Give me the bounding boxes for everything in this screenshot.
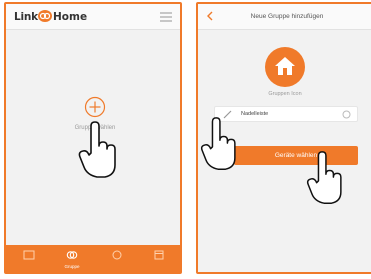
tab-schedule[interactable] xyxy=(146,248,172,270)
bottom-tab-bar: Gruppe xyxy=(6,245,180,272)
brand-text-start: Link xyxy=(14,11,38,23)
tab-label: Gruppe xyxy=(64,264,80,269)
house-icon xyxy=(275,57,295,75)
brand-logo-icon xyxy=(38,10,52,22)
scenes-icon xyxy=(112,250,122,260)
tab-devices[interactable] xyxy=(16,248,42,270)
tab-scenes[interactable] xyxy=(104,248,130,270)
group-name-value: Nadelleiste xyxy=(241,111,269,117)
app-header: Neue Gruppe hinzufügen xyxy=(198,4,371,30)
tab-groups[interactable]: Gruppe xyxy=(59,248,85,270)
tap-hand-icon xyxy=(78,121,116,178)
app-header: Link Home xyxy=(6,4,180,30)
groups-icon xyxy=(66,251,78,259)
devices-icon xyxy=(23,250,35,260)
group-icon-picker[interactable] xyxy=(265,47,305,87)
schedule-icon xyxy=(154,250,164,260)
clear-icon[interactable] xyxy=(342,110,351,119)
menu-icon[interactable] xyxy=(160,12,172,22)
group-icon-label: Gruppen Icon xyxy=(268,91,302,97)
tap-hand-icon xyxy=(306,151,342,204)
add-group-button[interactable] xyxy=(84,96,106,118)
page-title: Neue Gruppe hinzufügen xyxy=(250,13,324,20)
brand-text-end: Home xyxy=(53,11,88,23)
back-arrow-icon[interactable] xyxy=(206,11,214,21)
tap-hand-icon xyxy=(200,117,236,170)
